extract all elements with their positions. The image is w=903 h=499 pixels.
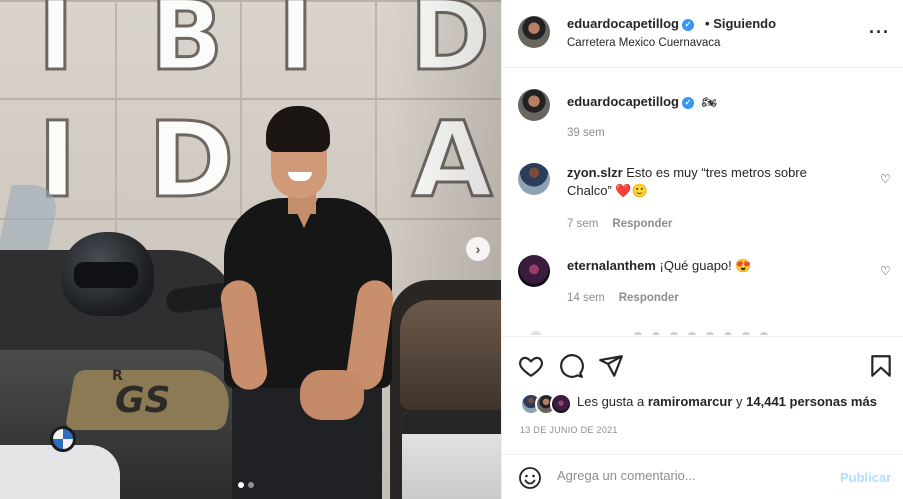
motorcycle-gs-logo: GS [115, 380, 171, 421]
helmet-visor [74, 262, 138, 288]
follow-status[interactable]: • Siguiendo [705, 16, 776, 31]
comment-text: Chalco” [567, 183, 612, 198]
comment-emojis: 😍 [735, 258, 752, 273]
avatar[interactable] [518, 16, 550, 48]
bookmark-icon[interactable] [868, 353, 894, 379]
avatar[interactable] [518, 89, 550, 121]
heart-icon[interactable]: ♡ [880, 172, 891, 186]
wall-letter: D [146, 99, 235, 221]
carousel-dots [238, 482, 254, 488]
liker-username[interactable]: ramiromarcur [648, 394, 733, 409]
chevron-right-icon[interactable]: › [466, 237, 490, 261]
caption-username-text[interactable]: eduardocapetillog [567, 94, 679, 109]
comment-input[interactable] [557, 468, 827, 483]
post-header: eduardocapetillog ✓ • Siguiendo Carretera… [502, 0, 903, 68]
motorcycle-fairing [0, 445, 120, 499]
carousel-dot [238, 482, 244, 488]
wall-letter: I [277, 0, 316, 92]
wall-letter: B [148, 0, 224, 92]
comment: eternalanthem ¡Qué guapo! 😍 [567, 257, 857, 275]
leather-bag [400, 300, 501, 410]
likes-summary: Les gusta a ramiromarcur y 14,441 person… [577, 394, 877, 409]
verified-badge-icon: ✓ [681, 18, 694, 31]
comment-age[interactable]: 7 sem [567, 218, 598, 230]
emoji-icon[interactable] [518, 466, 542, 490]
next-comment-peek [530, 331, 768, 335]
comment-meta: 14 sem Responder [567, 292, 679, 304]
comment-icon[interactable] [558, 353, 584, 379]
likers-avatars[interactable] [520, 393, 572, 415]
separator: • [705, 16, 710, 31]
comment-composer: Publicar [502, 454, 903, 499]
avatar [550, 393, 572, 415]
motorcycle-emoji: 🏍 [701, 95, 717, 109]
bmw-logo [50, 426, 76, 452]
post-date[interactable]: 13 DE JUNIO DE 2021 [520, 425, 618, 435]
comment-emojis: ❤️🙂 [615, 183, 648, 198]
post-photo[interactable]: I B I D I D A R GS › [0, 0, 501, 499]
reply-button[interactable]: Responder [619, 292, 679, 304]
man-hands [300, 370, 364, 420]
comment: zyon.slzr Esto es muy “tres metros sobre… [567, 164, 857, 200]
comment-text: ¡Qué guapo! [659, 258, 732, 273]
owner-username-text[interactable]: eduardocapetillog [567, 16, 679, 31]
post-actions: Les gusta a ramiromarcur y 14,441 person… [502, 336, 903, 450]
likes-count[interactable]: 14,441 personas más [746, 394, 877, 409]
avatar[interactable] [518, 255, 550, 287]
owner-username[interactable]: eduardocapetillog ✓ [567, 16, 694, 31]
wall-letter: I [37, 0, 76, 92]
publish-button[interactable]: Publicar [840, 470, 891, 485]
verified-badge-icon: ✓ [681, 96, 694, 109]
comment-meta: 7 sem Responder [567, 218, 672, 230]
heart-icon[interactable]: ♡ [880, 264, 891, 278]
following-button[interactable]: Siguiendo [713, 16, 776, 31]
likes-and: y [736, 394, 743, 409]
avatar[interactable] [518, 163, 550, 195]
likes-prefix: Les gusta a [577, 394, 645, 409]
share-icon[interactable] [598, 353, 624, 379]
caption-age[interactable]: 39 sem [567, 127, 605, 139]
side-case-lid [402, 412, 501, 434]
caption-username[interactable]: eduardocapetillog ✓ 🏍 [567, 94, 717, 109]
comment-username[interactable]: zyon.slzr [567, 165, 623, 180]
comment-text: Esto es muy “tres metros sobre [626, 165, 807, 180]
post-side-panel: eduardocapetillog ✓ • Siguiendo Carretera… [501, 0, 903, 499]
heart-icon[interactable] [518, 353, 544, 379]
post-location[interactable]: Carretera Mexico Cuernavaca [567, 37, 720, 49]
reply-button[interactable]: Responder [612, 218, 672, 230]
comment-age[interactable]: 14 sem [567, 292, 605, 304]
carousel-dot [248, 482, 254, 488]
comment-username[interactable]: eternalanthem [567, 258, 656, 273]
more-horizontal-icon[interactable]: ··· [869, 22, 890, 42]
